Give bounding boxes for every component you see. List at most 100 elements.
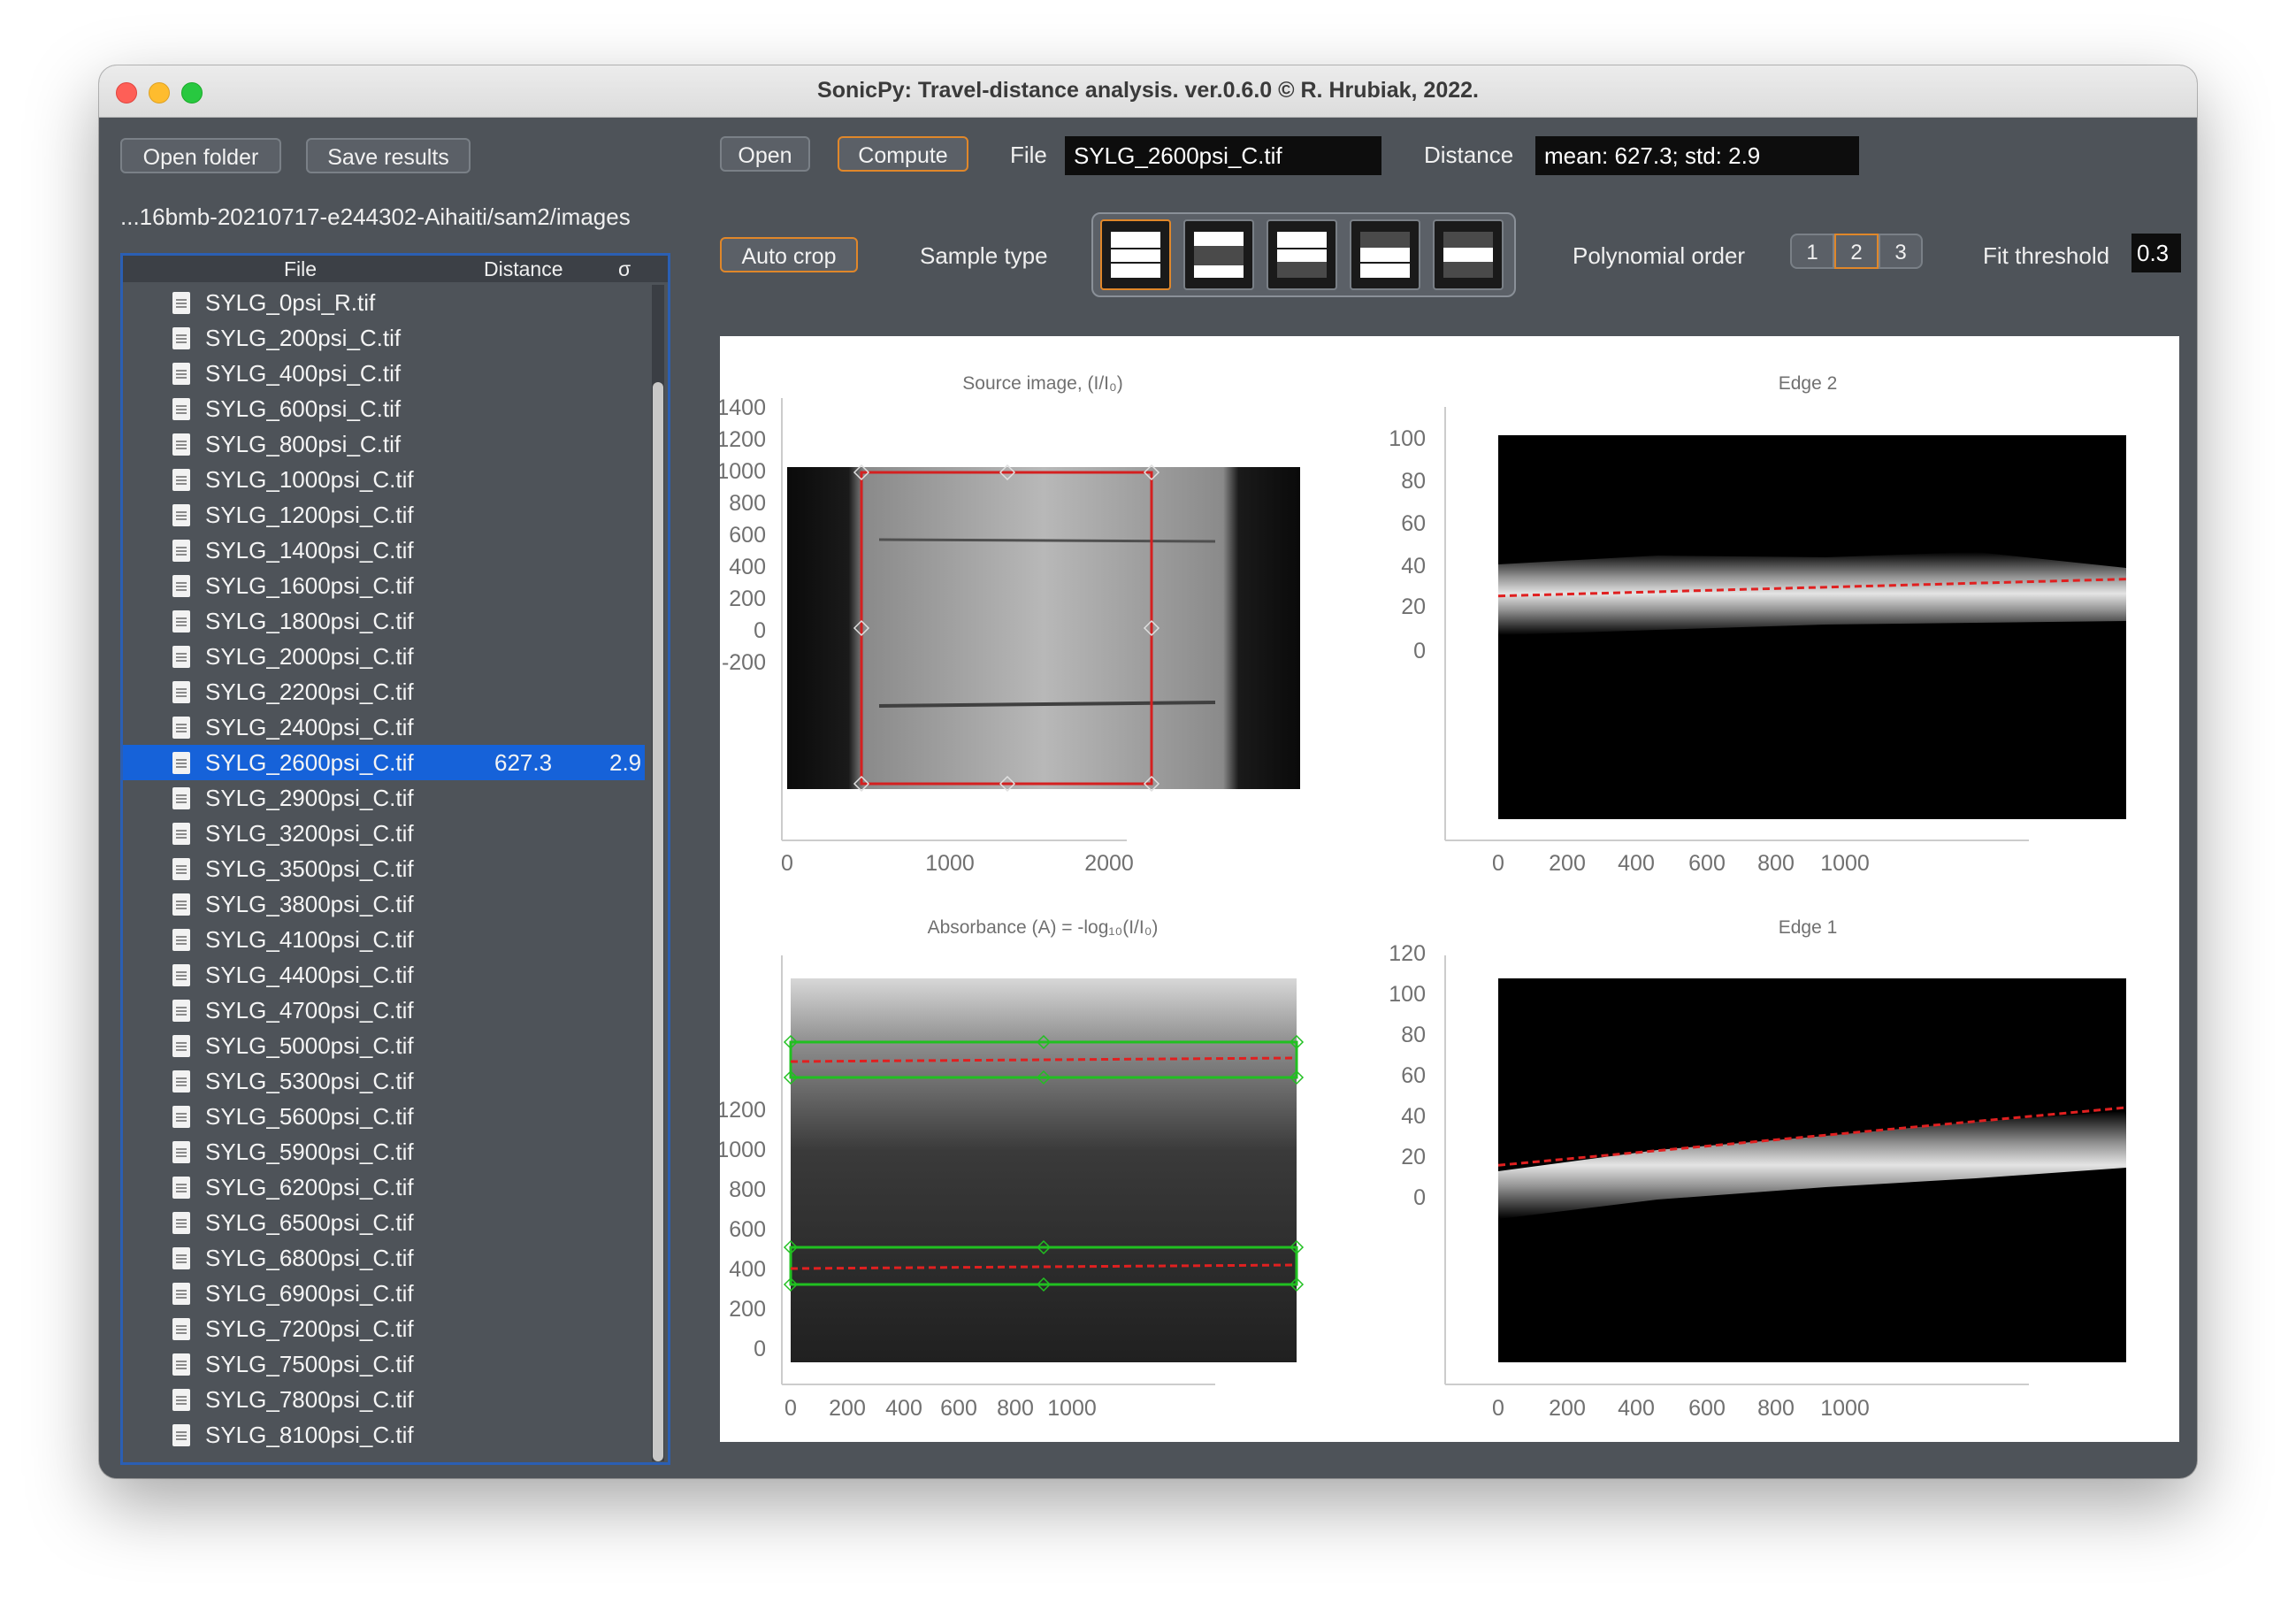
tick-label: 400 [1618,851,1655,876]
file-name: SYLG_7500psi_C.tif [205,1351,414,1377]
plot-source-x-ticks: 0 1000 2000 [781,851,1134,876]
tick-label: 1000 [1047,1396,1097,1421]
file-list-item[interactable]: SYLG_2900psi_C.tif [123,780,645,816]
file-name: SYLG_1600psi_C.tif [205,572,414,599]
file-list-item[interactable]: SYLG_6200psi_C.tif [123,1169,645,1205]
file-name: SYLG_2400psi_C.tif [205,714,414,740]
file-list-item[interactable]: SYLG_0psi_R.tif [123,285,645,320]
file-list-item[interactable]: SYLG_1200psi_C.tif [123,497,645,533]
tick-label: 0 [1492,1396,1504,1421]
poly-order-3[interactable]: 3 [1879,234,1923,269]
column-sigma[interactable]: σ [618,256,631,282]
sample-type-5-button[interactable] [1433,219,1504,290]
compute-button[interactable]: Compute [838,136,968,172]
poly-order-2[interactable]: 2 [1834,234,1879,269]
file-name: SYLG_2900psi_C.tif [205,785,414,811]
file-list-item[interactable]: SYLG_1400psi_C.tif [123,533,645,568]
file-name: SYLG_800psi_C.tif [205,431,402,457]
tick-label: 600 [729,523,766,548]
sample-type-4-button[interactable] [1350,219,1420,290]
open-button[interactable]: Open [720,136,810,172]
folder-path: ...16bmb-20210717-e244302-Aihaiti/sam2/i… [120,203,631,230]
file-list-item[interactable]: SYLG_1000psi_C.tif [123,462,645,497]
file-name: SYLG_2600psi_C.tif [205,749,414,776]
file-icon [172,929,190,951]
file-list-item[interactable]: SYLG_3800psi_C.tif [123,886,645,922]
file-list-item[interactable]: SYLG_2400psi_C.tif [123,709,645,745]
file-list-item[interactable]: SYLG_1800psi_C.tif [123,603,645,639]
file-list-item[interactable]: SYLG_600psi_C.tif [123,391,645,426]
file-list-item[interactable]: SYLG_7200psi_C.tif [123,1311,645,1346]
plot-absorbance-y-ticks: 1200 1000 800 600 400 200 0 [720,1098,766,1361]
scrollbar-thumb[interactable] [653,382,663,1461]
source-image [787,467,1300,789]
tick-label: 0 [754,618,766,643]
file-name: SYLG_2200psi_C.tif [205,678,414,705]
file-list-item[interactable]: SYLG_6500psi_C.tif [123,1205,645,1240]
file-name: SYLG_7200psi_C.tif [205,1315,414,1342]
sample-type-label: Sample type [920,242,1048,269]
file-field[interactable]: SYLG_2600psi_C.tif [1065,136,1381,175]
save-results-button[interactable]: Save results [306,138,471,173]
file-list-item[interactable]: SYLG_4100psi_C.tif [123,922,645,957]
file-list-item[interactable]: SYLG_200psi_C.tif [123,320,645,356]
column-distance[interactable]: Distance [484,256,563,282]
file-list-item[interactable]: SYLG_8100psi_C.tif [123,1417,645,1453]
file-list-item[interactable]: SYLG_4700psi_C.tif [123,993,645,1028]
poly-order-1[interactable]: 1 [1790,234,1834,269]
file-name: SYLG_5900psi_C.tif [205,1138,414,1165]
plot-edge2-title: Edge 2 [1779,373,1838,394]
file-list-item[interactable]: SYLG_5000psi_C.tif [123,1028,645,1063]
file-list-item[interactable]: SYLG_3200psi_C.tif [123,816,645,851]
file-list-item[interactable]: SYLG_6900psi_C.tif [123,1276,645,1311]
file-list-item[interactable]: SYLG_2200psi_C.tif [123,674,645,709]
tick-label: 400 [729,555,766,579]
file-list-item[interactable]: SYLG_400psi_C.tif [123,356,645,391]
tick-label: 1000 [720,459,766,484]
tick-label: 800 [729,1177,766,1202]
file-list-item[interactable]: SYLG_6800psi_C.tif [123,1240,645,1276]
file-list-item[interactable]: SYLG_7800psi_C.tif [123,1382,645,1417]
plot-edge2-y-ticks: 100 80 60 40 20 0 [1389,426,1426,663]
file-list-item[interactable]: SYLG_2000psi_C.tif [123,639,645,674]
file-list-item[interactable]: SYLG_5600psi_C.tif [123,1099,645,1134]
file-icon [172,363,190,385]
file-list-item[interactable]: SYLG_5900psi_C.tif [123,1134,645,1169]
open-folder-button[interactable]: Open folder [120,138,281,173]
app-window: SonicPy: Travel-distance analysis. ver.0… [99,65,2197,1478]
sample-type-3-button[interactable] [1267,219,1337,290]
file-name: SYLG_4100psi_C.tif [205,926,414,953]
tick-label: 1000 [1820,1396,1870,1421]
distance-field[interactable]: mean: 627.3; std: 2.9 [1535,136,1859,175]
sample-type-1-button[interactable] [1100,219,1171,290]
file-name: SYLG_1200psi_C.tif [205,502,414,528]
tick-label: 60 [1401,1063,1426,1088]
file-icon [172,858,190,880]
tick-label: 200 [1549,1396,1586,1421]
file-name: SYLG_6200psi_C.tif [205,1174,414,1200]
file-list-item[interactable]: SYLG_3500psi_C.tif [123,851,645,886]
fit-threshold-field[interactable]: 0.3 [2131,234,2181,272]
file-list-item[interactable]: SYLG_4400psi_C.tif [123,957,645,993]
file-icon [172,1212,190,1234]
plots-svg: Source image, (I/I₀) 1400120010008006004… [720,373,2127,1421]
file-list[interactable]: File Distance σ SYLG_0psi_R.tif SYLG_200p… [120,253,670,1465]
tick-label: 120 [1389,941,1426,966]
file-list-item[interactable]: SYLG_2600psi_C.tif 627.3 2.9 [123,745,645,780]
plot-source-y-ticks: 1400 1200 1000 800 600 400 200 0 -200 [720,395,766,675]
column-file[interactable]: File [284,256,317,282]
file-list-item[interactable]: SYLG_7500psi_C.tif [123,1346,645,1382]
file-list-item[interactable]: SYLG_5300psi_C.tif [123,1063,645,1099]
file-icon [172,681,190,703]
file-list-item[interactable]: SYLG_800psi_C.tif [123,426,645,462]
sample-type-2-button[interactable] [1183,219,1254,290]
distance-label: Distance [1424,142,1514,168]
file-name: SYLG_6500psi_C.tif [205,1209,414,1236]
auto-crop-button[interactable]: Auto crop [720,237,858,272]
file-icon [172,292,190,314]
tick-label: 1200 [720,1098,766,1123]
plot-area: Source image, (I/I₀) 1400 1200 1000 800 600 4… [720,336,2179,1442]
file-list-item[interactable]: SYLG_1600psi_C.tif [123,568,645,603]
tick-label: 1200 [720,427,766,452]
file-icon [172,1177,190,1199]
